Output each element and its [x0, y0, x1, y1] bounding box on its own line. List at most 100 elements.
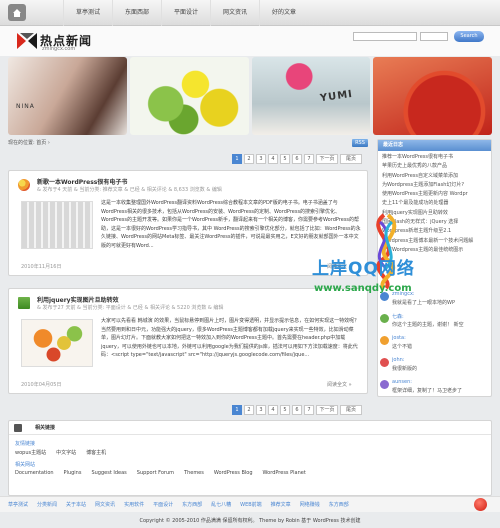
- back-to-top-icon[interactable]: [474, 498, 487, 511]
- comment-author[interactable]: john:: [392, 357, 404, 363]
- footer-nav-item[interactable]: 分类新闻: [37, 500, 66, 510]
- footer-nav-item[interactable]: 推荐文章: [271, 500, 300, 510]
- page-link[interactable]: 3: [256, 154, 266, 164]
- recent-post-link[interactable]: 利用jquery实现图片旦助转效: [382, 209, 487, 218]
- comment-text: 框架详细，复制了！马卫老步了: [392, 388, 463, 394]
- recent-post-link[interactable]: Wordpress新增主题升级至2.1: [382, 227, 487, 236]
- page-link[interactable]: 5: [280, 405, 290, 415]
- comment-author[interactable]: zmingcx:: [392, 291, 415, 297]
- search-category-select[interactable]: [420, 32, 448, 41]
- related-link[interactable]: Themes: [184, 470, 204, 476]
- related-link[interactable]: Plugins: [64, 470, 82, 476]
- post-title[interactable]: 新歌一本WordPress很有电子书: [37, 177, 127, 186]
- page-link[interactable]: 6: [292, 405, 302, 415]
- page-link[interactable]: 4: [268, 405, 278, 415]
- nav-item[interactable]: 好的文章: [259, 0, 308, 26]
- footer-nav-item[interactable]: 东方西部: [182, 500, 211, 510]
- comment-author[interactable]: aunsen:: [392, 379, 412, 385]
- page-link[interactable]: 3: [256, 405, 266, 415]
- post-date: 2010年04月05日: [21, 382, 62, 388]
- post-meta: & 发布于4 天前 & 当前分类: 推荐文章 & 已经 & 相关评论 & 8,6…: [37, 187, 222, 193]
- recent-post-link[interactable]: 使用WordPress主题更新内容 Wordpr: [382, 190, 487, 199]
- recent-post-link[interactable]: 国民Flash的无样式：jQuery 选择: [382, 218, 487, 227]
- page-link[interactable]: 2: [244, 154, 254, 164]
- featured-banner: NINA YUMI: [8, 57, 492, 135]
- banner-image[interactable]: YUMI: [251, 57, 371, 135]
- comment-item[interactable]: zmingcx: 我就是看了上一眼本地的WP: [378, 290, 490, 312]
- banner-image[interactable]: [373, 57, 492, 135]
- comment-author[interactable]: josta:: [392, 335, 406, 341]
- site-logo-icon[interactable]: [16, 32, 38, 50]
- recent-post-link[interactable]: Wordpress主题博本最新一个技术问题解: [382, 237, 487, 246]
- breadcrumb: 现在的位置: 首页 ›: [8, 140, 50, 146]
- friend-link[interactable]: 中文字站: [56, 449, 76, 456]
- comment-author[interactable]: 七森:: [392, 313, 404, 320]
- home-icon[interactable]: [8, 4, 26, 21]
- footer-nav-item[interactable]: 实用软件: [124, 500, 153, 510]
- search-button[interactable]: Search: [454, 31, 484, 42]
- nav-item[interactable]: 草亭测试: [63, 0, 112, 26]
- next-page-link[interactable]: 下一页: [316, 154, 338, 164]
- recent-post-link[interactable]: 为Wordpress主题添加Flash幻灯片?: [382, 181, 487, 190]
- page-link[interactable]: 1: [232, 154, 242, 164]
- nav-item[interactable]: 网文资讯: [210, 0, 259, 26]
- banner-image[interactable]: NINA: [8, 57, 127, 135]
- post-thumbnail[interactable]: [21, 319, 93, 367]
- friend-link[interactable]: wopus主题站: [15, 449, 46, 456]
- friend-link[interactable]: 博客主机: [86, 449, 106, 456]
- pagination: 1 2 3 4 5 6 7 下一页 尾页: [232, 405, 362, 415]
- read-more-link[interactable]: 阅读全文 »: [327, 381, 352, 388]
- page-link[interactable]: 2: [244, 405, 254, 415]
- recent-post-link[interactable]: 推荐一本WordPress很有电子书: [382, 153, 487, 162]
- comment-item[interactable]: aunsen: 框架详细，复制了！马卫老步了: [378, 378, 490, 400]
- footer-nav-item[interactable]: 东方西部: [329, 500, 358, 510]
- related-link[interactable]: WordPress Planet: [263, 470, 306, 476]
- avatar: [380, 336, 389, 345]
- last-page-link[interactable]: 尾页: [340, 154, 362, 164]
- page-link[interactable]: 5: [280, 154, 290, 164]
- comment-item[interactable]: josta: 这个不错: [378, 334, 490, 356]
- nav-item[interactable]: 东面西部: [112, 0, 161, 26]
- next-page-link[interactable]: 下一页: [316, 405, 338, 415]
- recent-post-link[interactable]: 一首Wordpress主题的最佳统统图示: [382, 246, 487, 255]
- nav-menu: 草亭测试 东面西部 平面设计 网文资讯 好的文章: [63, 0, 308, 26]
- pagination: 1 2 3 4 5 6 7 下一页 尾页: [232, 154, 362, 164]
- copyright: Copyright © 2005-2010 作品满满 保留所有权利。 Theme…: [139, 518, 361, 524]
- links-row: wopus主题站 中文字站 博客主机: [15, 449, 106, 456]
- page-link[interactable]: 6: [292, 154, 302, 164]
- page-link[interactable]: 4: [268, 154, 278, 164]
- page-link[interactable]: 7: [304, 154, 314, 164]
- recent-post-link[interactable]: 利用WordPress自定义域菜单添加: [382, 172, 487, 181]
- footer-nav-item[interactable]: WEB前端: [240, 500, 271, 510]
- related-link[interactable]: Suggest Ideas: [91, 470, 126, 476]
- sidebar-header: 最近日志: [378, 140, 491, 151]
- footer-nav-item[interactable]: 关于本站: [66, 500, 95, 510]
- read-more-link[interactable]: 阅读全文 »: [327, 263, 352, 270]
- page-link[interactable]: 1: [232, 405, 242, 415]
- comment-item[interactable]: 七森: 你这个主题的主题，谢谢！ 新空: [378, 312, 490, 334]
- page-link[interactable]: 7: [304, 405, 314, 415]
- recent-post-link[interactable]: 史上11个最及能成功的处理器: [382, 199, 487, 208]
- footer-nav-item[interactable]: 平面设计: [153, 500, 182, 510]
- related-link[interactable]: Documentation: [15, 470, 54, 476]
- related-link[interactable]: WordPress Blog: [214, 470, 253, 476]
- banner-image-text: NINA: [16, 103, 35, 110]
- nav-item[interactable]: 平面设计: [161, 0, 210, 26]
- post-date: 2010年11月16日: [21, 264, 62, 270]
- search-input[interactable]: [353, 32, 417, 41]
- rss-button[interactable]: RSS: [352, 139, 368, 147]
- post-title[interactable]: 利用jquery实现图片旦助转效: [37, 295, 119, 304]
- related-link[interactable]: Support Forum: [137, 470, 174, 476]
- links-title: 相关链接: [35, 425, 56, 431]
- comment-item[interactable]: john: 我很新版的: [378, 356, 490, 378]
- footer-nav-item[interactable]: 网络赚钱: [300, 500, 329, 510]
- links-group-title: 相关网站: [15, 462, 36, 468]
- footer-nav-item[interactable]: 草亭测试: [8, 500, 37, 510]
- footer-nav-item[interactable]: 乱七八糟: [211, 500, 240, 510]
- post-meta: & 发布于27 天前 & 当前分类: 平面设计 & 已经 & 相关评论 & 52…: [37, 305, 224, 311]
- recent-post-link[interactable]: 苹果历史上最优秀的八款产品: [382, 162, 487, 171]
- last-page-link[interactable]: 尾页: [340, 405, 362, 415]
- banner-image[interactable]: [129, 57, 249, 135]
- post-thumbnail[interactable]: [21, 201, 93, 249]
- footer-nav-item[interactable]: 网文资讯: [95, 500, 124, 510]
